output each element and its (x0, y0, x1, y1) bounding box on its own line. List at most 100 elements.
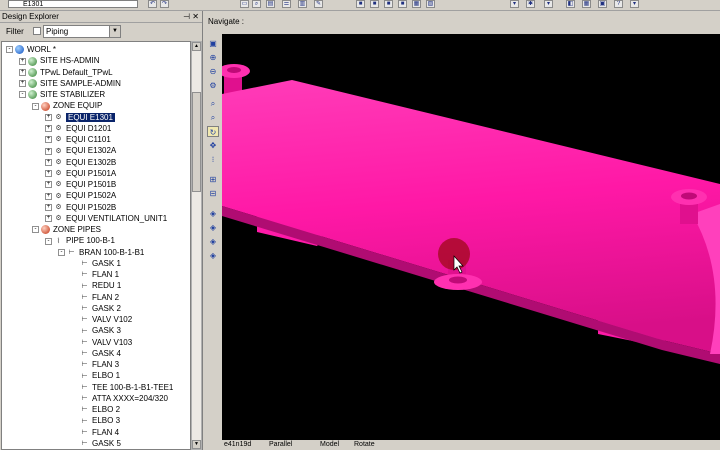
section-icon[interactable]: ⊟ (207, 188, 219, 199)
shaded-icon[interactable]: ◈ (207, 222, 219, 233)
tree-item[interactable]: ⊢ VALV V103 (71, 337, 132, 348)
tree-item[interactable]: + ⚙ EQUI E1302B (45, 157, 116, 168)
expand-icon[interactable]: + (45, 203, 52, 211)
zoom-icon[interactable]: ⌕ (207, 98, 219, 109)
tree-item[interactable]: ⊢ GASK 5 (71, 438, 120, 449)
tree-item[interactable]: ⊢ FLAN 4 (71, 427, 119, 438)
expand-icon[interactable]: + (45, 158, 52, 166)
zoom-extents-icon[interactable]: ⌕ (207, 112, 219, 123)
tree-item[interactable]: + ⚙ EQUI P1501B (45, 179, 116, 190)
tree-item[interactable]: ⊢ GASK 3 (71, 325, 120, 336)
lighting-icon[interactable]: ◈ (207, 250, 219, 261)
filter-checkbox[interactable] (33, 27, 41, 35)
tree-scrollbar[interactable]: ▲ ▼ (191, 41, 202, 450)
expand-icon[interactable]: + (45, 192, 52, 200)
3d-viewport[interactable] (222, 34, 720, 440)
zoom-in-icon[interactable]: ⊕ (207, 52, 219, 63)
dropdown-icon[interactable]: ▾ (510, 0, 519, 8)
collapse-icon[interactable]: - (45, 237, 52, 245)
tree-item[interactable]: + ⚙ EQUI C1101 (45, 134, 111, 145)
scroll-up-arrow[interactable]: ▲ (192, 42, 201, 51)
collapse-icon[interactable]: - (58, 248, 65, 256)
grid-icon[interactable]: ▦ (582, 0, 591, 8)
settings-icon[interactable]: ✎ (314, 0, 323, 8)
tree-item[interactable]: ⊢ REDU 1 (71, 280, 121, 291)
fly-icon[interactable]: ⁝ (207, 154, 219, 165)
tree-item[interactable]: - ⊢ BRAN 100-B-1-B1 (58, 247, 144, 258)
tree-item[interactable]: - ZONE PIPES (32, 224, 101, 235)
cut-icon[interactable]: ■ (356, 0, 365, 8)
tree-item[interactable]: ⊢ ELBO 3 (71, 415, 120, 426)
wireframe-icon[interactable]: ◈ (207, 208, 219, 219)
tree-item[interactable]: ⊢ FLAN 2 (71, 292, 119, 303)
expand-icon[interactable]: + (45, 181, 52, 189)
clip-icon[interactable]: ⊞ (207, 174, 219, 185)
expand-icon[interactable]: + (45, 125, 52, 133)
help-icon[interactable]: ? (614, 0, 623, 8)
window-icon[interactable]: ▣ (598, 0, 607, 8)
undo-icon[interactable]: ↶ (148, 0, 157, 8)
tree-item[interactable]: + SITE HS-ADMIN (19, 55, 100, 66)
tree-item[interactable]: ⊢ ATTA XXXX=204/320 (71, 393, 168, 404)
expand-icon[interactable]: + (45, 113, 52, 121)
tree-item[interactable]: ⊢ GASK 4 (71, 348, 120, 359)
list-icon[interactable]: ☰ (282, 0, 291, 8)
tree-item[interactable]: ⊢ TEE 100-B-1-B1-TEE1 (71, 382, 173, 393)
expand-icon[interactable]: + (45, 147, 52, 155)
paste-icon[interactable]: ■ (384, 0, 393, 8)
expand-icon[interactable]: + (19, 80, 26, 88)
collapse-icon[interactable]: - (6, 46, 13, 54)
zoom-window-icon[interactable]: ▣ (207, 38, 219, 49)
tree-item[interactable]: ⊢ ELBO 2 (71, 404, 120, 415)
redo-icon[interactable]: ↷ (160, 0, 169, 8)
tree-item[interactable]: ⊢ ELBO 1 (71, 370, 120, 381)
tree-item[interactable]: - ⌇ PIPE 100-B-1 (45, 235, 115, 246)
menu-icon[interactable]: ▾ (630, 0, 639, 8)
tree-item[interactable]: + ⚙ EQUI E1301 (45, 112, 115, 123)
tree-item[interactable]: ⊢ VALV V102 (71, 314, 132, 325)
tree-item[interactable]: - SITE STABILIZER (19, 89, 105, 100)
open-icon[interactable]: ▭ (240, 0, 249, 8)
save-icon[interactable]: ▦ (412, 0, 421, 8)
tree-item[interactable]: + TPwL Default_TPwL (19, 67, 113, 78)
print-icon[interactable]: ▧ (426, 0, 435, 8)
report-icon[interactable]: ▥ (298, 0, 307, 8)
tree-item[interactable]: + ⚙ EQUI D1201 (45, 123, 111, 134)
rotate-icon[interactable]: ↻ (207, 126, 219, 137)
tree-item[interactable]: + ⚙ EQUI P1502B (45, 202, 116, 213)
tree-item[interactable]: ⊢ GASK 1 (71, 258, 120, 269)
expand-icon[interactable]: + (19, 57, 26, 65)
search-icon[interactable]: ⌕ (252, 0, 261, 8)
tree-item[interactable]: ⊢ FLAN 1 (71, 269, 119, 280)
tree-item[interactable]: + SITE SAMPLE-ADMIN (19, 78, 121, 89)
scroll-down-arrow[interactable]: ▼ (192, 440, 201, 449)
chevron-down-icon[interactable]: ▾ (544, 0, 553, 8)
filter-select[interactable]: Piping ▼ (43, 25, 121, 38)
pan-icon[interactable]: ✥ (207, 140, 219, 151)
tree-item[interactable]: - WORL * (6, 44, 56, 55)
tree-item[interactable]: + ⚙ EQUI E1302A (45, 145, 116, 156)
pin-icon[interactable]: ⊣ (183, 12, 190, 21)
tree-item[interactable]: + ⚙ EQUI P1501A (45, 168, 116, 179)
tree-item[interactable]: + ⚙ EQUI P1502A (45, 190, 116, 201)
collapse-icon[interactable]: - (19, 91, 26, 99)
scroll-thumb[interactable] (192, 92, 201, 192)
expand-icon[interactable]: + (45, 136, 52, 144)
expand-icon[interactable]: + (45, 215, 52, 223)
walk-icon[interactable]: ⚙ (207, 80, 219, 91)
collapse-icon[interactable]: - (32, 102, 39, 110)
chevron-down-icon[interactable]: ▼ (109, 26, 120, 37)
expand-icon[interactable]: + (45, 170, 52, 178)
zoom-out-icon[interactable]: ⊖ (207, 66, 219, 77)
copy-icon[interactable]: ■ (370, 0, 379, 8)
tree-item[interactable]: - ZONE EQUIP (32, 100, 102, 111)
expand-icon[interactable]: + (19, 68, 26, 76)
element-combo[interactable]: E1301 (8, 0, 138, 8)
properties-icon[interactable]: ▤ (266, 0, 275, 8)
tree-item[interactable]: + ⚙ EQUI VENTILATION_UNIT1 (45, 213, 167, 224)
close-icon[interactable]: ✕ (192, 12, 199, 21)
tree-item[interactable]: ⊢ FLAN 3 (71, 359, 119, 370)
hidden-line-icon[interactable]: ◈ (207, 236, 219, 247)
delete-icon[interactable]: ■ (398, 0, 407, 8)
collapse-icon[interactable]: - (32, 226, 39, 234)
